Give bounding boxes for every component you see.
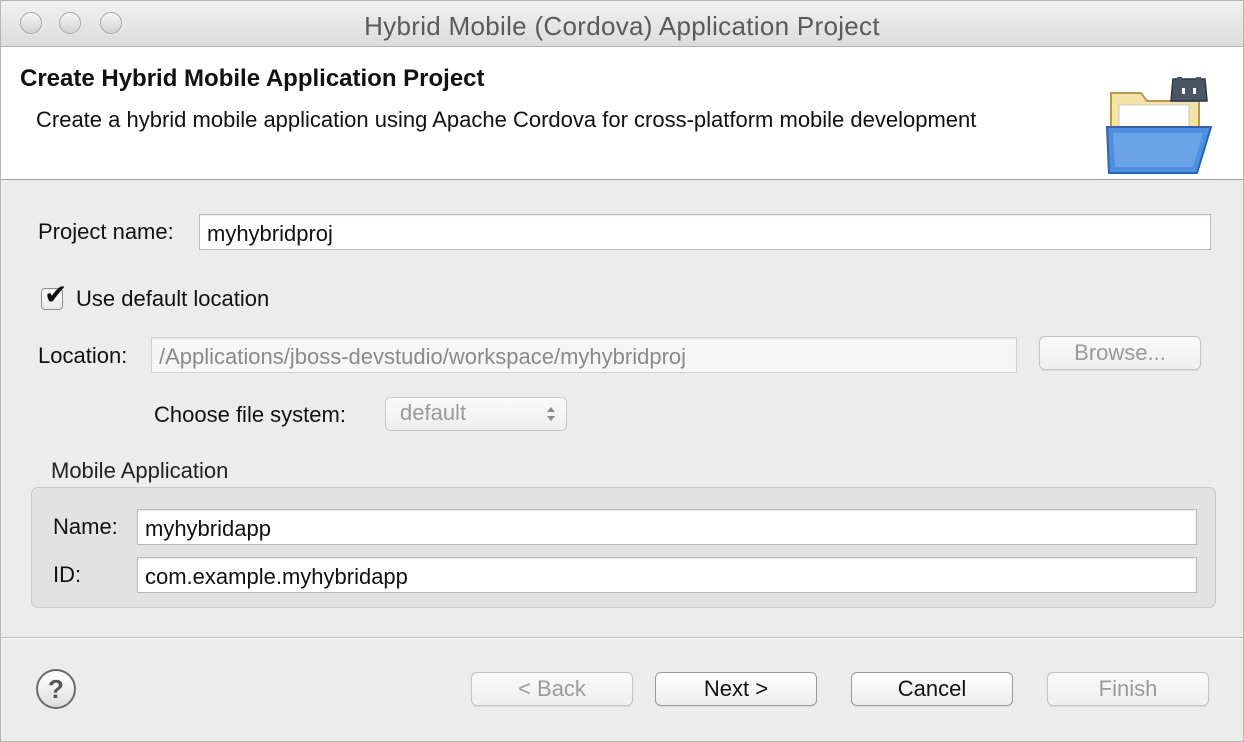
title-bar: Hybrid Mobile (Cordova) Application Proj… [1,1,1243,47]
finish-button[interactable]: Finish [1047,672,1209,706]
back-button[interactable]: < Back [471,672,633,706]
location-input[interactable]: /Applications/jboss-devstudio/workspace/… [151,337,1017,373]
project-name-label: Project name: [38,219,174,244]
mobile-application-group-title: Mobile Application [51,458,229,483]
banner-description: Create a hybrid mobile application using… [36,107,977,132]
wizard-banner: Create Hybrid Mobile Application Project… [1,47,1243,180]
dialog-window: Hybrid Mobile (Cordova) Application Proj… [0,0,1244,742]
next-button[interactable]: Next > [655,672,817,706]
use-default-location-label[interactable]: Use default location [76,286,269,312]
footer-separator [1,637,1243,639]
question-mark-icon[interactable]: ? [36,669,76,709]
app-name-input[interactable]: myhybridapp [137,509,1197,545]
file-system-value: default [400,400,467,425]
location-label: Location: [38,343,128,368]
app-id-input[interactable]: com.example.myhybridapp [137,557,1197,593]
window-title: Hybrid Mobile (Cordova) Application Proj… [364,11,880,41]
file-system-label: Choose file system: [154,402,346,427]
use-default-location-checkbox[interactable]: ✔ [41,281,67,310]
app-id-label: ID: [53,562,82,587]
banner-title: Create Hybrid Mobile Application Project [20,65,485,92]
cancel-button[interactable]: Cancel [851,672,1013,706]
project-name-input[interactable]: myhybridproj [199,214,1211,250]
checkmark-icon: ✔ [44,279,68,310]
app-name-label: Name: [53,514,118,539]
select-arrows-icon [547,407,555,421]
browse-button[interactable]: Browse... [1039,336,1201,370]
folder-cordova-icon [1105,77,1213,174]
file-system-select[interactable]: default [385,397,567,431]
